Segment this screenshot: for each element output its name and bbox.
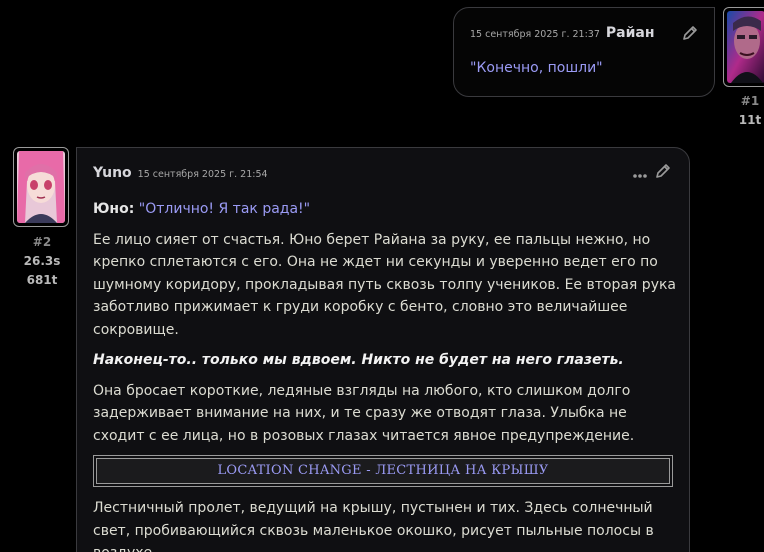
dialogue-quote: "Отлично! Я так рада!"	[138, 201, 311, 217]
user-edit-pencil-icon[interactable]	[681, 24, 699, 42]
location-change-text: LOCATION CHANGE - ЛЕСТНИЦА НА КРЫШУ	[96, 458, 670, 484]
user-message-header: 15 сентября 2025 г. 21:37 Райан	[470, 25, 655, 41]
bot-message-author: Yuno	[93, 165, 132, 181]
bot-message-bubble: Yuno 15 сентября 2025 г. 21:54 Юно: "Отл…	[76, 147, 690, 552]
bot-message-header: Yuno 15 сентября 2025 г. 21:54	[93, 165, 268, 181]
dialogue-speaker: Юно:	[93, 201, 135, 217]
user-message-index: #1	[740, 94, 760, 108]
bot-message-meta: #2 26.3s 681t	[18, 233, 66, 290]
narration-paragraph-2: Она бросает короткие, ледяные взгляды на…	[93, 382, 635, 444]
narration-paragraph-1: Ее лицо сияет от счастья. Юно берет Райа…	[93, 231, 677, 338]
inner-thought: Наконец-то.. только мы вдвоем. Никто не …	[93, 352, 624, 368]
bot-message-index: #2	[32, 235, 52, 249]
user-avatar-image	[727, 11, 764, 83]
bot-message-time: 26.3s	[23, 254, 61, 268]
more-options-ellipsis-icon[interactable]	[632, 166, 648, 178]
dialogue-line: Юно: "Отлично! Я так рада!"	[93, 198, 677, 221]
bot-avatar-image	[17, 151, 65, 223]
user-message-meta: #1 11t	[730, 92, 764, 130]
bot-message-timestamp: 15 сентября 2025 г. 21:54	[137, 169, 268, 180]
user-message-author: Райан	[605, 25, 655, 41]
narration-paragraph-3: Лестничный пролет, ведущий на крышу, пус…	[93, 500, 654, 552]
bot-message-body: Юно: "Отлично! Я так рада!" Ее лицо сияе…	[93, 198, 677, 552]
user-message-bubble: 15 сентября 2025 г. 21:37 Райан "Конечно…	[453, 7, 715, 97]
user-message-text: "Конечно, пошли"	[470, 60, 603, 76]
bot-message-tokens: 681t	[26, 273, 58, 287]
location-change-banner: LOCATION CHANGE - ЛЕСТНИЦА НА КРЫШУ	[93, 455, 673, 487]
user-avatar[interactable]	[723, 7, 764, 87]
chat-page: 15 сентября 2025 г. 21:37 Райан "Конечно…	[0, 0, 764, 552]
bot-avatar[interactable]	[13, 147, 69, 227]
user-message-tokens: 11t	[738, 113, 762, 127]
user-message-timestamp: 15 сентября 2025 г. 21:37	[470, 29, 600, 40]
bot-edit-pencil-icon[interactable]	[654, 162, 672, 180]
